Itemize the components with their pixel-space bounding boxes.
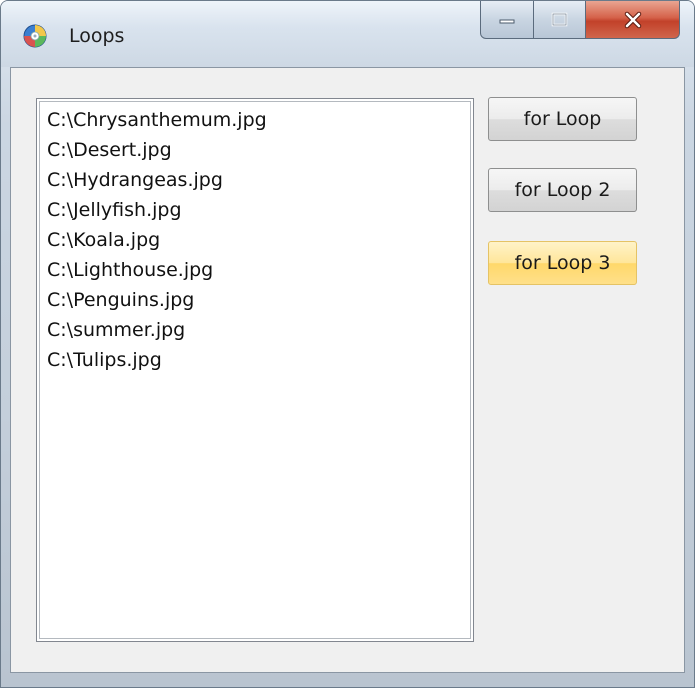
title-bar[interactable]: Loops <box>1 1 694 67</box>
window-title: Loops <box>69 25 125 47</box>
close-icon <box>624 11 641 28</box>
list-item[interactable]: C:\summer.jpg <box>47 315 267 345</box>
minimize-button[interactable] <box>480 1 534 39</box>
for-loop-3-button[interactable]: for Loop 3 <box>488 241 637 285</box>
for-loop-button[interactable]: for Loop <box>488 97 637 141</box>
file-listbox[interactable]: C:\Chrysanthemum.jpg C:\Desert.jpg C:\Hy… <box>36 98 474 642</box>
minimize-icon <box>499 19 515 23</box>
maximize-button[interactable] <box>534 1 586 39</box>
file-list: C:\Chrysanthemum.jpg C:\Desert.jpg C:\Hy… <box>47 105 267 375</box>
app-icon <box>23 24 47 48</box>
list-item[interactable]: C:\Chrysanthemum.jpg <box>47 105 267 135</box>
close-button[interactable] <box>586 1 680 39</box>
list-item[interactable]: C:\Tulips.jpg <box>47 345 267 375</box>
list-item[interactable]: C:\Hydrangeas.jpg <box>47 165 267 195</box>
maximize-icon <box>551 12 567 26</box>
client-area: C:\Chrysanthemum.jpg C:\Desert.jpg C:\Hy… <box>10 67 685 673</box>
app-window: Loops C:\Chrysanthemum.jpg C:\Desert.jpg… <box>0 0 695 688</box>
list-item[interactable]: C:\Jellyfish.jpg <box>47 195 267 225</box>
list-item[interactable]: C:\Koala.jpg <box>47 225 267 255</box>
list-item[interactable]: C:\Penguins.jpg <box>47 285 267 315</box>
list-item[interactable]: C:\Lighthouse.jpg <box>47 255 267 285</box>
caption-buttons <box>480 1 680 41</box>
list-item[interactable]: C:\Desert.jpg <box>47 135 267 165</box>
for-loop-2-button[interactable]: for Loop 2 <box>488 168 637 212</box>
